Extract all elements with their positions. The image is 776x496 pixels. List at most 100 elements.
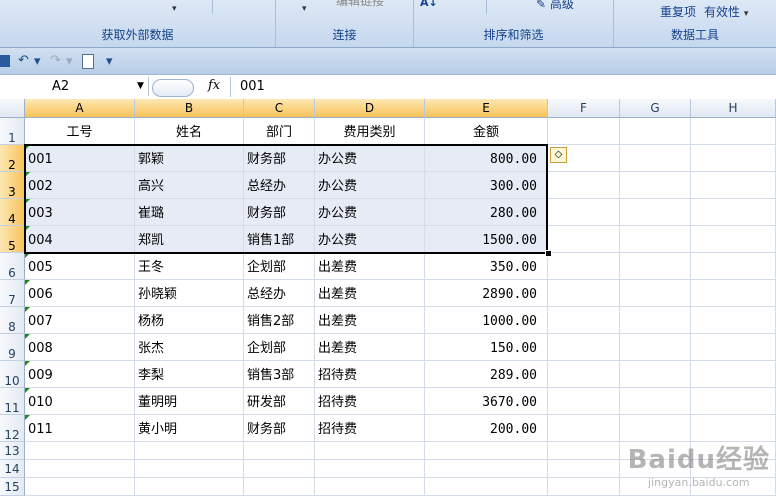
name-box[interactable]: A2 ▼ bbox=[0, 77, 149, 96]
data-cell[interactable]: 出差费 bbox=[315, 334, 425, 361]
cell-f1[interactable] bbox=[548, 118, 620, 145]
cell-f7[interactable] bbox=[548, 280, 620, 307]
cell-f14[interactable] bbox=[548, 460, 620, 478]
data-cell[interactable]: 办公费 bbox=[315, 145, 425, 172]
cell-e15[interactable] bbox=[425, 478, 548, 496]
data-cell[interactable]: 郑凯 bbox=[135, 226, 244, 253]
row-header-4[interactable]: 4 bbox=[0, 199, 25, 226]
column-header-f[interactable]: F bbox=[548, 99, 620, 118]
id-cell[interactable]: 009 bbox=[25, 361, 135, 388]
cell-f10[interactable] bbox=[548, 361, 620, 388]
cell-f15[interactable] bbox=[548, 478, 620, 496]
row-header-6[interactable]: 6 bbox=[0, 253, 25, 280]
data-cell[interactable]: 招待费 bbox=[315, 415, 425, 442]
amount-cell[interactable]: 300.00 bbox=[425, 172, 548, 199]
data-cell[interactable]: 郭颖 bbox=[135, 145, 244, 172]
cell-a15[interactable] bbox=[25, 478, 135, 496]
advanced-filter-button[interactable]: ✎ 高级 bbox=[536, 0, 574, 11]
cell-h2[interactable] bbox=[691, 145, 776, 172]
cell-a14[interactable] bbox=[25, 460, 135, 478]
cell-c15[interactable] bbox=[244, 478, 315, 496]
amount-cell[interactable]: 1000.00 bbox=[425, 307, 548, 334]
undo-icon[interactable]: ↶ bbox=[18, 52, 29, 70]
data-cell[interactable]: 崔璐 bbox=[135, 199, 244, 226]
cell-g11[interactable] bbox=[620, 388, 691, 415]
customize-toolbar-icon[interactable]: ▾ bbox=[106, 53, 113, 71]
column-header-a[interactable]: A bbox=[25, 99, 135, 118]
cell-g8[interactable] bbox=[620, 307, 691, 334]
formula-input[interactable]: 001 bbox=[240, 79, 265, 94]
select-all-button[interactable] bbox=[0, 99, 25, 118]
data-cell[interactable]: 高兴 bbox=[135, 172, 244, 199]
cell-g6[interactable] bbox=[620, 253, 691, 280]
undo-dropdown-icon[interactable]: ▾ bbox=[34, 53, 41, 71]
data-cell[interactable]: 董明明 bbox=[135, 388, 244, 415]
data-cell[interactable]: 总经办 bbox=[244, 280, 315, 307]
cell-h4[interactable] bbox=[691, 199, 776, 226]
row-header-15[interactable]: 15 bbox=[0, 478, 25, 496]
row-header-1[interactable]: 1 bbox=[0, 118, 25, 145]
data-cell[interactable]: 办公费 bbox=[315, 172, 425, 199]
redo-icon[interactable]: ↷ bbox=[50, 52, 61, 70]
cell-g9[interactable] bbox=[620, 334, 691, 361]
cell-b13[interactable] bbox=[135, 442, 244, 460]
data-cell[interactable]: 办公费 bbox=[315, 199, 425, 226]
row-header-9[interactable]: 9 bbox=[0, 334, 25, 361]
data-cell[interactable]: 销售2部 bbox=[244, 307, 315, 334]
amount-cell[interactable]: 3670.00 bbox=[425, 388, 548, 415]
id-cell[interactable]: 002 bbox=[25, 172, 135, 199]
cell-h9[interactable] bbox=[691, 334, 776, 361]
id-cell[interactable]: 010 bbox=[25, 388, 135, 415]
cell-h5[interactable] bbox=[691, 226, 776, 253]
data-cell[interactable]: 孙晓颖 bbox=[135, 280, 244, 307]
id-cell[interactable]: 011 bbox=[25, 415, 135, 442]
cell-d13[interactable] bbox=[315, 442, 425, 460]
cell-f4[interactable] bbox=[548, 199, 620, 226]
id-cell[interactable]: 005 bbox=[25, 253, 135, 280]
fill-handle[interactable] bbox=[545, 250, 552, 257]
id-cell[interactable]: 004 bbox=[25, 226, 135, 253]
data-cell[interactable]: 办公费 bbox=[315, 226, 425, 253]
amount-cell[interactable]: 2890.00 bbox=[425, 280, 548, 307]
cell-h10[interactable] bbox=[691, 361, 776, 388]
dropdown-arrow-icon[interactable]: ▾ bbox=[172, 4, 177, 20]
data-cell[interactable]: 张杰 bbox=[135, 334, 244, 361]
chevron-down-icon[interactable]: ▼ bbox=[137, 77, 144, 96]
header-cell[interactable]: 工号 bbox=[25, 118, 135, 145]
row-header-11[interactable]: 11 bbox=[0, 388, 25, 415]
data-cell[interactable]: 李梨 bbox=[135, 361, 244, 388]
row-header-8[interactable]: 8 bbox=[0, 307, 25, 334]
amount-cell[interactable]: 350.00 bbox=[425, 253, 548, 280]
edit-links-button[interactable]: 编辑链接 bbox=[336, 0, 384, 8]
cell-h11[interactable] bbox=[691, 388, 776, 415]
data-cell[interactable]: 销售3部 bbox=[244, 361, 315, 388]
dropdown-arrow-icon[interactable]: ▾ bbox=[302, 4, 307, 20]
cell-g3[interactable] bbox=[620, 172, 691, 199]
insert-function-icon[interactable]: fx bbox=[208, 78, 220, 93]
column-header-c[interactable]: C bbox=[244, 99, 315, 118]
data-cell[interactable]: 王冬 bbox=[135, 253, 244, 280]
cell-h12[interactable] bbox=[691, 415, 776, 442]
cell-e13[interactable] bbox=[425, 442, 548, 460]
cell-b15[interactable] bbox=[135, 478, 244, 496]
row-header-3[interactable]: 3 bbox=[0, 172, 25, 199]
cell-c13[interactable] bbox=[244, 442, 315, 460]
data-validation-button[interactable]: 有效性 ▾ bbox=[704, 3, 748, 19]
row-header-13[interactable]: 13 bbox=[0, 442, 25, 460]
header-cell[interactable]: 费用类别 bbox=[315, 118, 425, 145]
amount-cell[interactable]: 1500.00 bbox=[425, 226, 548, 253]
header-cell[interactable]: 金额 bbox=[425, 118, 548, 145]
data-cell[interactable]: 财务部 bbox=[244, 145, 315, 172]
amount-cell[interactable]: 289.00 bbox=[425, 361, 548, 388]
amount-cell[interactable]: 150.00 bbox=[425, 334, 548, 361]
cell-g2[interactable] bbox=[620, 145, 691, 172]
cell-g5[interactable] bbox=[620, 226, 691, 253]
cell-f8[interactable] bbox=[548, 307, 620, 334]
data-cell[interactable]: 研发部 bbox=[244, 388, 315, 415]
amount-cell[interactable]: 280.00 bbox=[425, 199, 548, 226]
data-cell[interactable]: 出差费 bbox=[315, 280, 425, 307]
row-header-14[interactable]: 14 bbox=[0, 460, 25, 478]
cell-h3[interactable] bbox=[691, 172, 776, 199]
id-cell[interactable]: 007 bbox=[25, 307, 135, 334]
cell-f9[interactable] bbox=[548, 334, 620, 361]
